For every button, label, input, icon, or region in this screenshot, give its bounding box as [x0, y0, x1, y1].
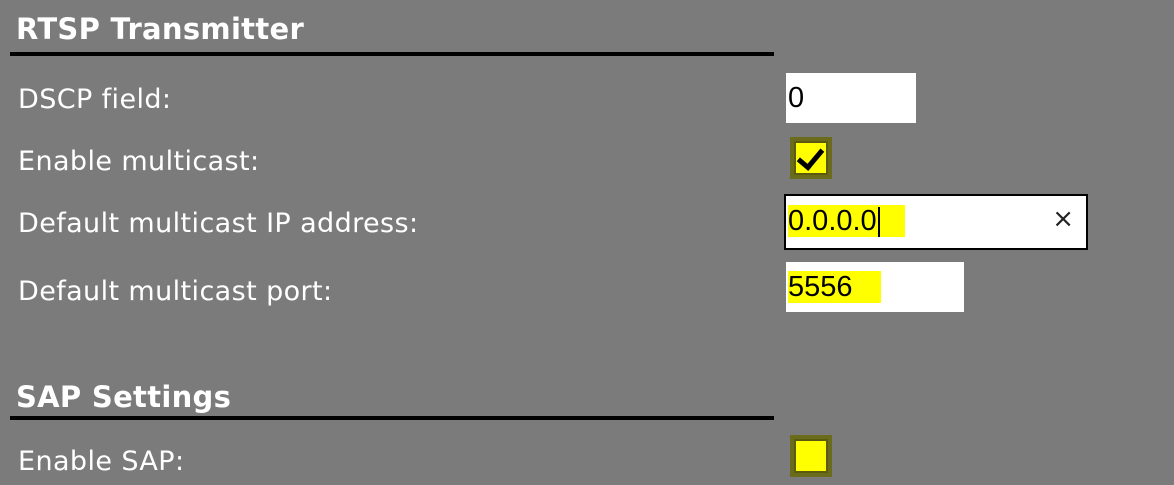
multicast-port-input[interactable]: 5556: [786, 262, 964, 312]
checkbox-box: [794, 439, 828, 473]
sap-divider: [10, 416, 774, 420]
multicast-port-label: Default multicast port:: [18, 276, 333, 307]
dscp-field-input[interactable]: 0: [786, 73, 916, 123]
dscp-field-value: 0: [788, 82, 805, 114]
multicast-ip-label: Default multicast IP address:: [18, 208, 419, 239]
settings-panel: RTSP Transmitter DSCP field: 0 Enable mu…: [0, 0, 1174, 485]
checkbox-box: [794, 141, 828, 175]
enable-multicast-checkbox[interactable]: [790, 137, 832, 179]
sap-section-title: SAP Settings: [16, 380, 232, 414]
text-caret: [877, 207, 880, 238]
multicast-ip-value: 0.0.0.0: [788, 205, 905, 237]
multicast-port-value: 5556: [788, 271, 881, 303]
enable-sap-checkbox[interactable]: [790, 435, 832, 477]
checkmark-icon: [796, 142, 825, 171]
multicast-ip-input[interactable]: 0.0.0.0 ×: [784, 194, 1088, 250]
enable-multicast-label: Enable multicast:: [18, 146, 260, 177]
enable-sap-label: Enable SAP:: [18, 446, 185, 477]
clear-icon[interactable]: ×: [1052, 204, 1074, 234]
rtsp-section-title: RTSP Transmitter: [16, 12, 305, 46]
dscp-field-label: DSCP field:: [18, 84, 172, 115]
rtsp-divider: [10, 52, 774, 56]
